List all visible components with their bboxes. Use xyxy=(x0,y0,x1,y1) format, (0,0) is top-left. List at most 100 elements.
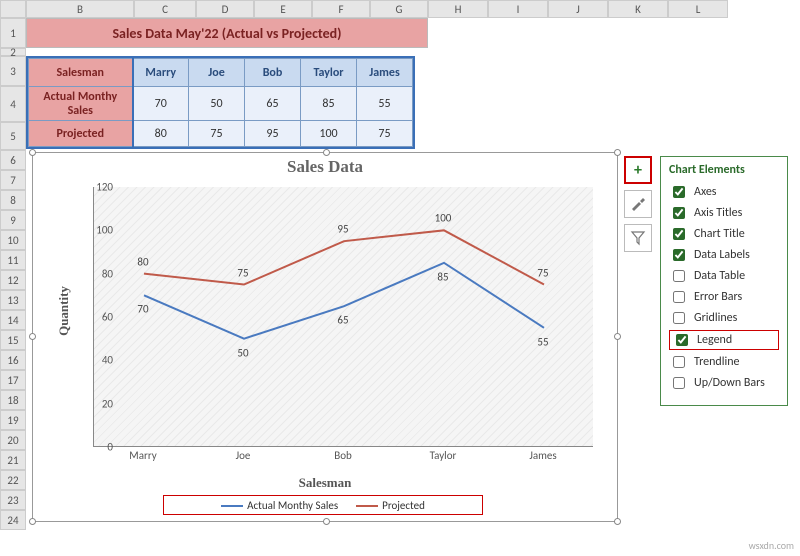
chart-styles-button[interactable] xyxy=(624,190,652,218)
col-header[interactable]: B xyxy=(26,0,134,18)
row-header[interactable]: 21 xyxy=(0,450,26,470)
chart-element-option[interactable]: Axes xyxy=(669,183,779,201)
resize-handle[interactable] xyxy=(29,333,36,340)
row-header[interactable]: 17 xyxy=(0,370,26,390)
cell[interactable]: 65 xyxy=(245,87,301,121)
chart-element-option[interactable]: Error Bars xyxy=(669,288,779,306)
row-header[interactable]: 7 xyxy=(0,170,26,190)
data-label[interactable]: 55 xyxy=(537,335,548,348)
checkbox[interactable] xyxy=(673,291,685,303)
resize-handle[interactable] xyxy=(614,333,621,340)
data-label[interactable]: 100 xyxy=(435,212,452,225)
chart-legend[interactable]: Actual Monthy Sales Projected xyxy=(163,495,483,515)
row-header[interactable]: 13 xyxy=(0,290,26,310)
col-header[interactable]: G xyxy=(370,0,428,18)
data-label[interactable]: 75 xyxy=(537,266,548,279)
col-header[interactable]: C xyxy=(134,0,196,18)
option-label: Trendline xyxy=(694,355,740,369)
checkbox[interactable] xyxy=(673,377,685,389)
chart-element-option[interactable]: Chart Title xyxy=(669,225,779,243)
data-label[interactable]: 95 xyxy=(337,223,348,236)
col-header: Joe xyxy=(189,59,245,87)
y-axis-title[interactable]: Quantity xyxy=(56,286,72,336)
row-header[interactable]: 14 xyxy=(0,310,26,330)
row-header[interactable]: 5 xyxy=(0,122,26,150)
row-header[interactable]: 23 xyxy=(0,490,26,510)
row-header[interactable]: 12 xyxy=(0,270,26,290)
data-label[interactable]: 50 xyxy=(237,346,248,359)
chart-element-option[interactable]: Axis Titles xyxy=(669,204,779,222)
data-label[interactable]: 80 xyxy=(137,255,148,268)
sales-data-table[interactable]: Salesman Marry Joe Bob Taylor James Actu… xyxy=(26,56,415,149)
col-header[interactable]: K xyxy=(608,0,668,18)
row-header[interactable]: 9 xyxy=(0,210,26,230)
resize-handle[interactable] xyxy=(323,518,330,525)
checkbox[interactable] xyxy=(673,249,685,261)
legend-item[interactable]: Actual Monthy Sales xyxy=(221,499,338,512)
chart-element-option[interactable]: Up/Down Bars xyxy=(669,374,779,392)
resize-handle[interactable] xyxy=(29,149,36,156)
cell[interactable]: 80 xyxy=(133,121,189,147)
cell[interactable]: 50 xyxy=(189,87,245,121)
select-all-corner[interactable] xyxy=(0,0,26,18)
col-header[interactable]: F xyxy=(312,0,370,18)
chart-elements-button[interactable]: + xyxy=(624,156,652,184)
chart-elements-pane: Chart Elements AxesAxis TitlesChart Titl… xyxy=(660,156,788,406)
checkbox[interactable] xyxy=(673,270,685,282)
cell[interactable]: 55 xyxy=(357,87,413,121)
row-header[interactable]: 3 xyxy=(0,56,26,86)
chart-element-option[interactable]: Gridlines xyxy=(669,309,779,327)
row-header[interactable]: 16 xyxy=(0,350,26,370)
cell[interactable]: 75 xyxy=(189,121,245,147)
row-header[interactable]: 15 xyxy=(0,330,26,350)
cell[interactable]: 100 xyxy=(301,121,357,147)
chart-filters-button[interactable] xyxy=(624,224,652,252)
row-header[interactable]: 6 xyxy=(0,150,26,170)
chart-element-option[interactable]: Trendline xyxy=(669,353,779,371)
col-header[interactable]: E xyxy=(254,0,312,18)
col-header[interactable]: D xyxy=(196,0,254,18)
sales-chart[interactable]: Sales Data Quantity Salesman Actual Mont… xyxy=(32,152,618,522)
col-header[interactable]: J xyxy=(548,0,608,18)
checkbox[interactable] xyxy=(673,356,685,368)
data-label[interactable]: 65 xyxy=(337,314,348,327)
y-tick: 60 xyxy=(102,311,113,324)
col-header[interactable]: L xyxy=(668,0,728,18)
chart-title[interactable]: Sales Data xyxy=(33,157,617,177)
row-header[interactable]: 10 xyxy=(0,230,26,250)
resize-handle[interactable] xyxy=(614,149,621,156)
row-header[interactable]: 22 xyxy=(0,470,26,490)
data-label[interactable]: 70 xyxy=(137,303,148,316)
row-header[interactable]: 11 xyxy=(0,250,26,270)
data-label[interactable]: 85 xyxy=(437,270,448,283)
row-header[interactable]: 4 xyxy=(0,86,26,122)
row-header[interactable]: 1 xyxy=(0,18,26,48)
legend-item[interactable]: Projected xyxy=(356,499,425,512)
resize-handle[interactable] xyxy=(614,518,621,525)
resize-handle[interactable] xyxy=(323,149,330,156)
row-header[interactable]: 24 xyxy=(0,510,26,530)
checkbox[interactable] xyxy=(673,186,685,198)
row-header[interactable]: 18 xyxy=(0,390,26,410)
col-header[interactable]: I xyxy=(488,0,548,18)
row-header[interactable]: 8 xyxy=(0,190,26,210)
chart-element-option[interactable]: Legend xyxy=(669,330,779,350)
cell[interactable]: 70 xyxy=(133,87,189,121)
col-header[interactable]: H xyxy=(428,0,488,18)
cell[interactable]: 75 xyxy=(357,121,413,147)
checkbox[interactable] xyxy=(673,228,685,240)
x-axis-title[interactable]: Salesman xyxy=(33,475,617,491)
checkbox[interactable] xyxy=(673,207,685,219)
chart-element-option[interactable]: Data Labels xyxy=(669,246,779,264)
row-header[interactable]: 20 xyxy=(0,430,26,450)
data-label[interactable]: 75 xyxy=(237,266,248,279)
checkbox[interactable] xyxy=(673,312,685,324)
chart-element-option[interactable]: Data Table xyxy=(669,267,779,285)
resize-handle[interactable] xyxy=(29,518,36,525)
checkbox[interactable] xyxy=(676,334,688,346)
row-header[interactable]: 2 xyxy=(0,48,26,56)
cell[interactable]: 85 xyxy=(301,87,357,121)
row-header[interactable]: 19 xyxy=(0,410,26,430)
row-headers: 1 2 3 4 5 6 7 8 9 10 11 12 13 14 15 16 1… xyxy=(0,18,26,530)
cell[interactable]: 95 xyxy=(245,121,301,147)
